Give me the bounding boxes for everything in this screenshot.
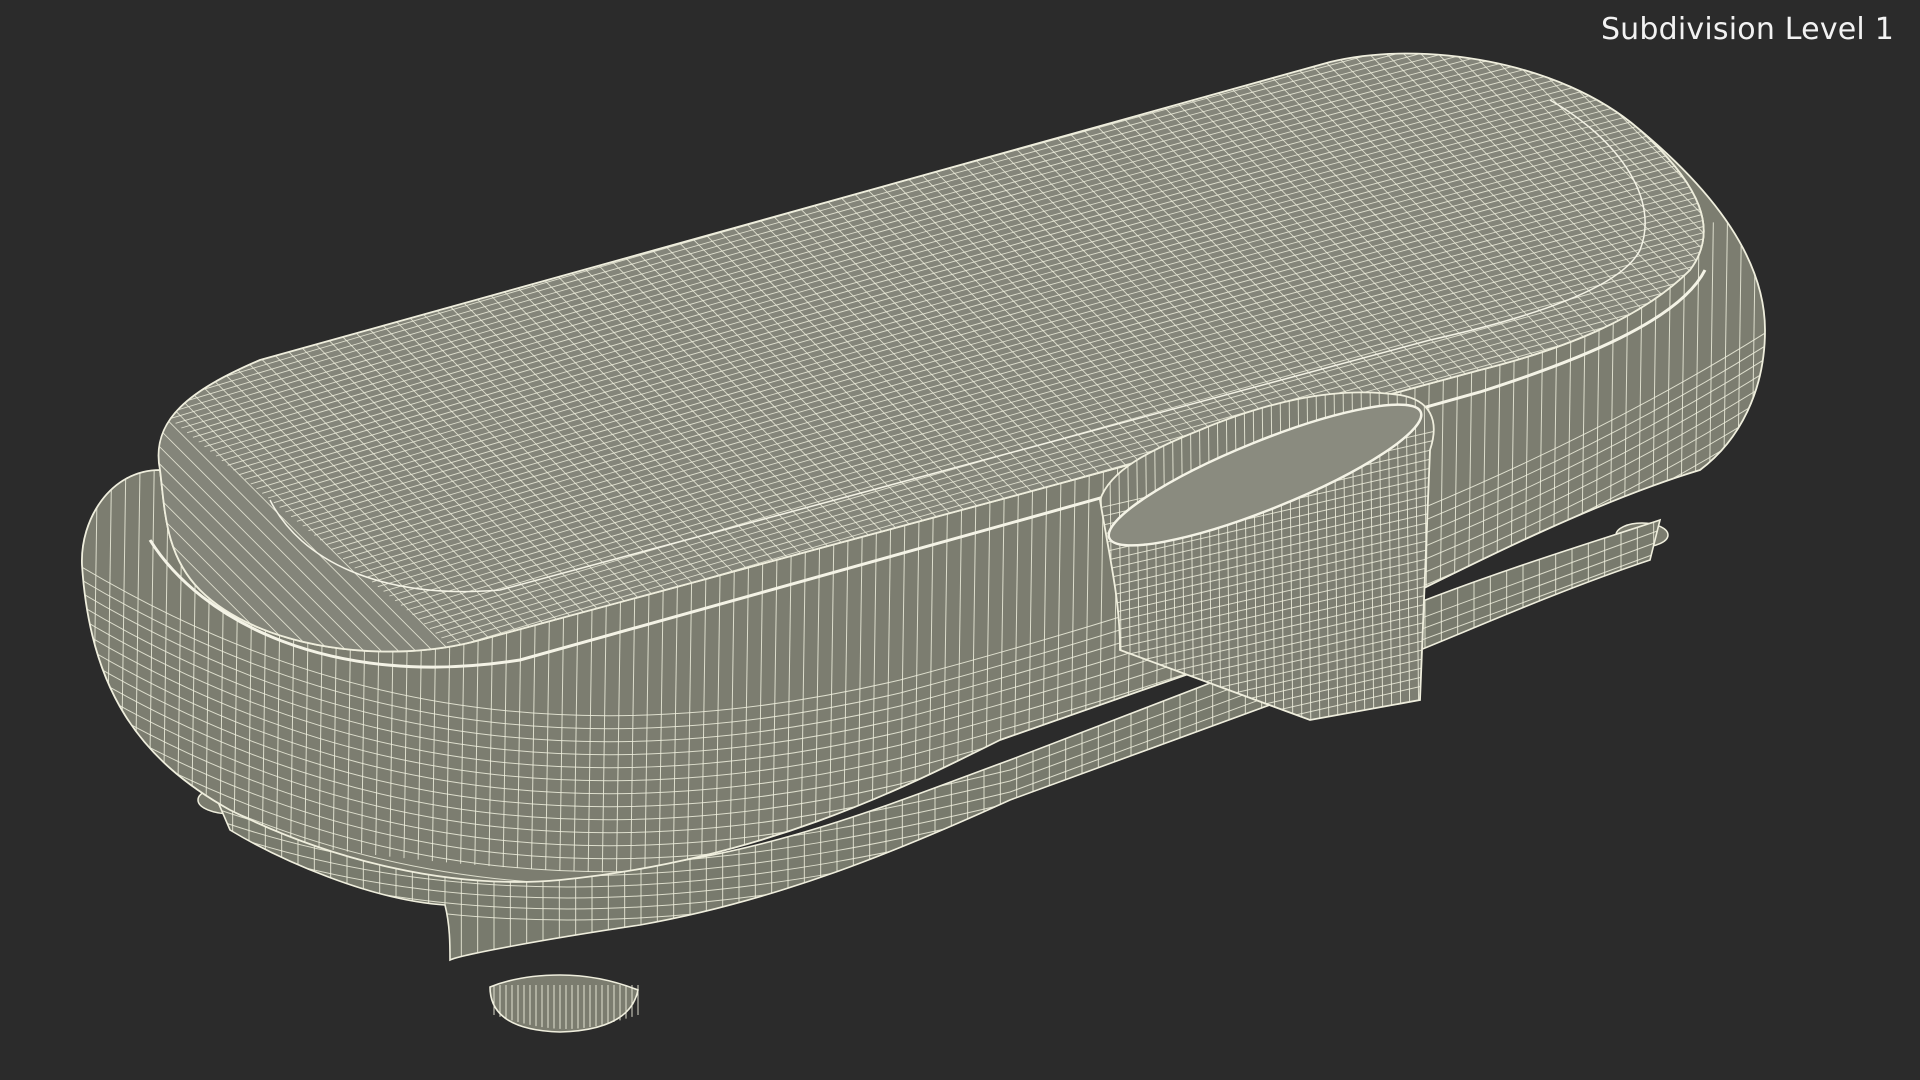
wireframe-model (81, 52, 1766, 1033)
render-viewport: Subdivision Level 1 (0, 0, 1920, 1080)
foot-center (489, 974, 639, 1033)
subdivision-level-label: Subdivision Level 1 (1600, 12, 1894, 47)
